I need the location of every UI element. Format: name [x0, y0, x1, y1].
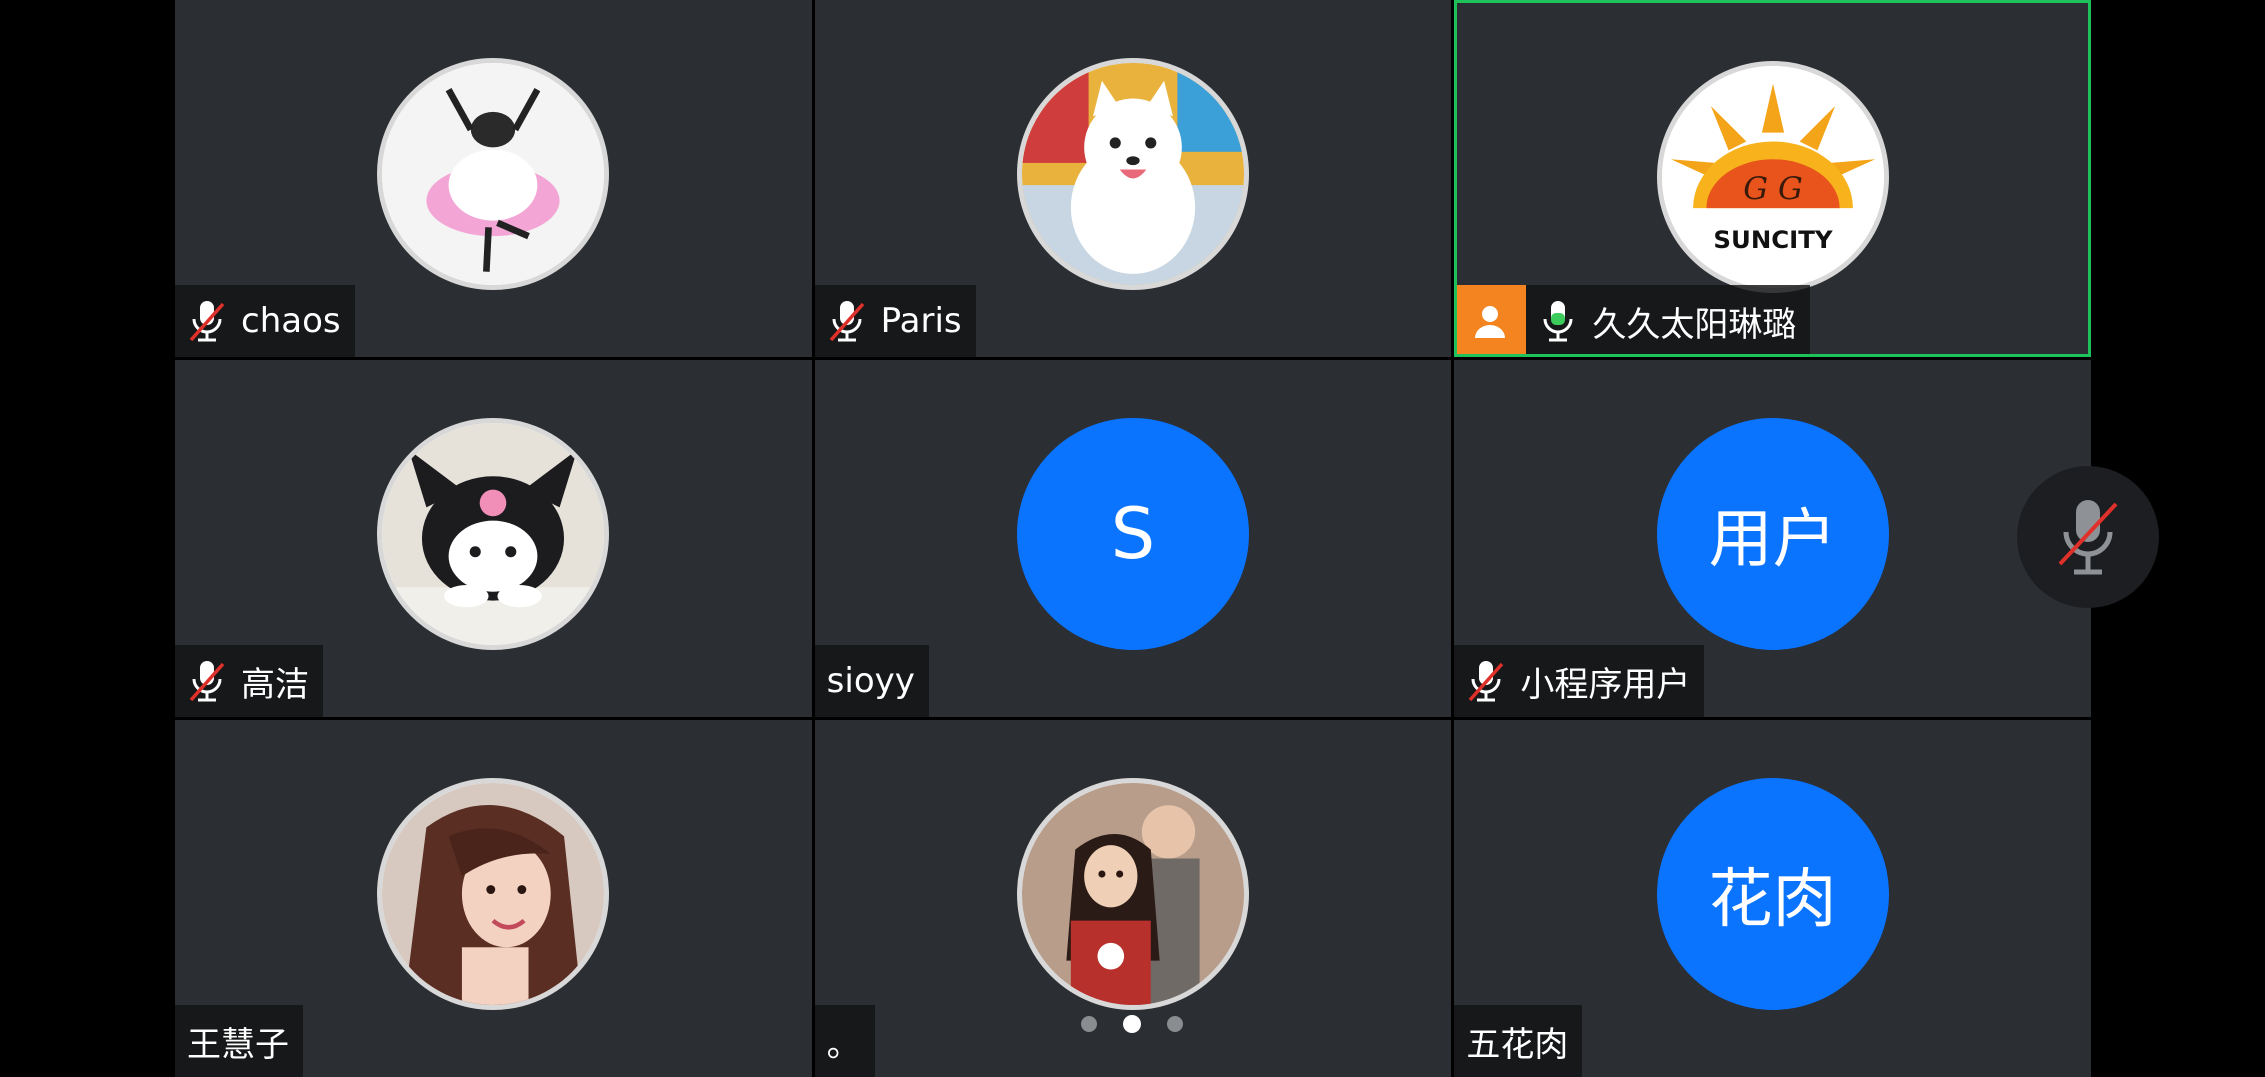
participant-tile[interactable]: Paris: [814, 0, 1452, 357]
participant-name-label: sioyy: [814, 645, 929, 717]
participant-name: 久久太阳琳璐: [1592, 304, 1797, 345]
participant-tile-active-speaker[interactable]: G G SUNCITY 久久太阳琳璐: [1454, 0, 2091, 357]
initials-avatar: 花肉: [1656, 778, 1889, 1010]
participant-tile[interactable]: 花肉 五花肉: [1454, 720, 2091, 1077]
participant-name: 王慧子: [187, 1024, 289, 1065]
initials-avatar: S: [1016, 418, 1249, 650]
mic-on-icon: [1538, 298, 1578, 344]
participant-avatar: [377, 58, 610, 290]
participant-tile[interactable]: 王慧子: [175, 720, 812, 1077]
host-badge: [1457, 285, 1527, 354]
participant-tile[interactable]: chaos: [175, 0, 812, 357]
host-person-icon: [1475, 306, 1506, 338]
participant-name-label: chaos: [175, 285, 355, 357]
participant-name-label: 久久太阳琳璐: [1457, 285, 1811, 354]
participant-name: 高洁: [241, 664, 309, 705]
mic-muted-icon: [2058, 500, 2118, 575]
participant-name-label: 小程序用户: [1454, 645, 1705, 717]
participant-name: chaos: [241, 301, 341, 341]
svg-text:SUNCITY: SUNCITY: [1713, 225, 1832, 254]
svg-text:G G: G G: [1743, 171, 1803, 207]
participant-name-label: Paris: [814, 285, 976, 357]
participant-avatar: [377, 418, 610, 650]
participant-name-label: 王慧子: [175, 1005, 303, 1077]
participant-name-label: 。: [814, 1005, 875, 1077]
participant-name: sioyy: [826, 661, 915, 701]
mic-muted-icon: [187, 658, 227, 704]
participant-name: 。: [826, 1024, 861, 1065]
participant-avatar: G G SUNCITY: [1656, 61, 1889, 293]
page-dot[interactable]: [1167, 1016, 1183, 1032]
participant-name-label: 高洁: [175, 645, 323, 717]
page-dot-current[interactable]: [1123, 1015, 1141, 1033]
mute-toggle-button[interactable]: [2017, 466, 2159, 608]
white-puppy-icon: [1021, 63, 1244, 285]
participant-grid: chaos Paris G G SUNCITY 久久太阳琳璐 高洁 S sioy…: [175, 0, 2091, 1077]
participant-name: 小程序用户: [1520, 664, 1691, 705]
initials-avatar: 用户: [1656, 418, 1889, 650]
participant-name: 五花肉: [1466, 1024, 1569, 1065]
suncity-logo-icon: G G SUNCITY: [1661, 66, 1884, 288]
participant-name: Paris: [880, 301, 962, 341]
woman-portrait-icon: [382, 783, 605, 1005]
mic-muted-icon: [827, 298, 867, 344]
mic-muted-icon: [187, 298, 227, 344]
participant-tile[interactable]: S sioyy: [814, 360, 1452, 717]
children-photo-icon: [1021, 783, 1244, 1005]
page-indicator[interactable]: [1081, 1015, 1183, 1033]
participant-name-label: 五花肉: [1454, 1005, 1583, 1077]
participant-tile[interactable]: 高洁: [175, 360, 812, 717]
participant-avatar: [1016, 778, 1249, 1010]
kuromi-plush-icon: [382, 423, 605, 645]
participant-tile[interactable]: 用户 小程序用户: [1454, 360, 2091, 717]
participant-avatar: [1016, 58, 1249, 290]
mic-muted-icon: [1466, 658, 1506, 704]
sheep-ballerina-icon: [382, 63, 605, 285]
page-dot[interactable]: [1081, 1016, 1097, 1032]
participant-avatar: [377, 778, 610, 1010]
